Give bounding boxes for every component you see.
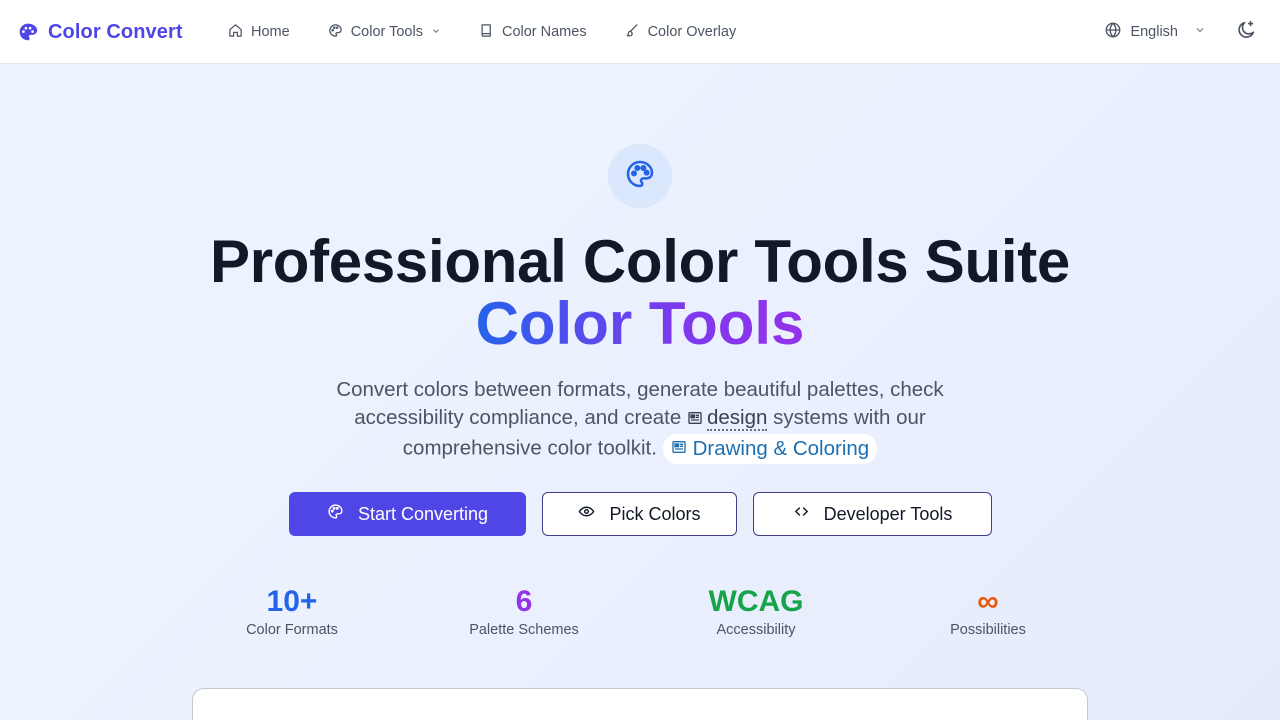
developer-tools-button[interactable]: Developer Tools [753, 492, 992, 536]
eye-icon [578, 503, 595, 525]
stat-value: WCAG [708, 585, 804, 618]
language-label: English [1130, 24, 1178, 40]
drawing-coloring-chip[interactable]: Drawing & Coloring [662, 434, 878, 464]
hero-title: Professional Color Tools Suite [209, 228, 1070, 295]
nav-link-label: Color Overlay [647, 24, 737, 40]
nav-link-label: Home [251, 24, 290, 40]
converter-card [192, 688, 1088, 720]
globe-icon [1104, 21, 1122, 43]
hero-title-accent: Color Tools [0, 290, 1280, 358]
stat-label: Color Formats [246, 622, 338, 638]
book-icon [479, 23, 494, 42]
nav-links: Home Color Tools Color Names Color Overl… [228, 22, 774, 42]
palette-icon [328, 23, 343, 42]
nav-link-color-tools[interactable]: Color Tools [328, 22, 441, 42]
hero-description: Convert colors between formats, generate… [300, 376, 980, 464]
stat-possibilities: ∞ Possibilities [888, 584, 1088, 638]
palette-icon [18, 22, 38, 42]
chip-label: Drawing & Coloring [692, 437, 870, 460]
nav-link-color-names[interactable]: Color Names [479, 22, 587, 42]
button-label: Start Converting [357, 503, 489, 524]
brand-name: Color Convert [48, 20, 183, 43]
newspaper-icon [671, 435, 687, 463]
start-converting-button[interactable]: Start Converting [289, 492, 526, 536]
chevron-down-icon [1194, 24, 1206, 40]
stat-palette-schemes: 6 Palette Schemes [424, 584, 624, 638]
nav-link-label: Color Tools [350, 24, 423, 40]
stat-label: Palette Schemes [469, 622, 579, 638]
button-label: Developer Tools [823, 503, 953, 524]
nav-link-label: Color Names [501, 24, 587, 40]
pick-colors-button[interactable]: Pick Colors [542, 492, 737, 536]
home-icon [228, 23, 243, 42]
nav-link-home[interactable]: Home [228, 22, 290, 42]
hero-title-accent-text: Color Tools [475, 290, 805, 357]
chevron-down-icon [431, 24, 441, 40]
button-label: Pick Colors [609, 503, 701, 524]
moon-sparkle-icon [1235, 19, 1257, 46]
hero-palette-badge [608, 144, 672, 208]
palette-icon [624, 158, 656, 195]
code-icon [793, 503, 810, 525]
stat-value: 10+ [266, 585, 318, 618]
design-link[interactable]: design [706, 406, 768, 431]
theme-toggle-button[interactable] [1234, 20, 1258, 44]
stat-value: 6 [515, 585, 533, 618]
brand-logo-link[interactable]: Color Convert [18, 20, 183, 44]
hero-actions: Start Converting Pick Colors Developer T… [289, 492, 992, 536]
stat-accessibility: WCAG Accessibility [656, 584, 856, 638]
stat-color-formats: 10+ Color Formats [192, 584, 392, 638]
stat-label: Possibilities [950, 622, 1026, 638]
nav-link-color-overlay[interactable]: Color Overlay [625, 22, 737, 42]
newspaper-icon [687, 406, 703, 434]
top-nav: Color Convert Home Color Tools Color Nam… [0, 0, 1280, 64]
palette-icon [327, 503, 344, 525]
brush-icon [625, 23, 640, 42]
stat-value: ∞ [977, 585, 999, 618]
stat-label: Accessibility [716, 622, 796, 638]
nav-right: English [1104, 20, 1258, 44]
language-selector[interactable]: English [1104, 21, 1206, 43]
